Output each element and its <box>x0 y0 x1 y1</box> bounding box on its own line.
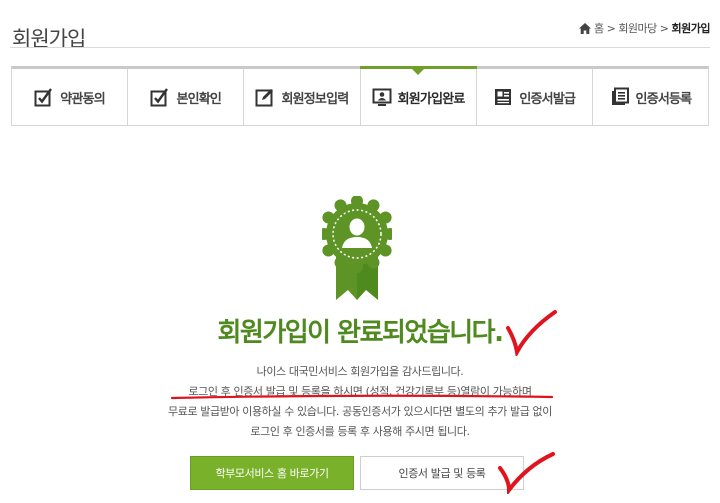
step-label: 회원가입완료 <box>397 91 466 107</box>
step-certificate-issue: 인증서발급 <box>477 69 593 125</box>
breadcrumb-parent[interactable]: 회원마당 <box>618 20 657 36</box>
step-label: 약관동의 <box>60 91 105 107</box>
step-label: 회원정보입력 <box>281 91 349 107</box>
signup-steps: 약관동의 본인확인 회원정보입력 회원가입완료 인증서발급 인증서등록 <box>11 66 709 126</box>
breadcrumb-separator: > <box>606 21 616 35</box>
breadcrumb-home[interactable]: 홈 <box>594 20 604 36</box>
desc-line: 로그인 후 인증서를 등록 후 사용해 주시면 됩니다. <box>250 425 470 438</box>
edit-pen-icon <box>255 89 274 107</box>
step-terms-agreement: 약관동의 <box>12 69 129 125</box>
step-member-info: 회원정보입력 <box>244 69 361 125</box>
home-icon[interactable] <box>578 22 591 34</box>
checkbox-pen-icon <box>34 88 53 107</box>
certificate-register-icon <box>611 87 629 105</box>
user-monitor-icon <box>372 88 392 106</box>
completion-description: 나이스 대국민서비스 회원가입을 감사드립니다. 로그인 후 인증서 발급 및 … <box>0 362 720 442</box>
step-label: 인증서등록 <box>635 91 693 107</box>
desc-line: 무료로 발급받아 이용하실 수 있습니다. 공동인증서가 있으시다면 별도의 추… <box>168 405 552 418</box>
step-certificate-register: 인증서등록 <box>593 69 708 125</box>
breadcrumb-current: 회원가입 <box>671 22 711 35</box>
desc-line: 나이스 대국민서비스 회원가입을 감사드립니다. <box>256 365 464 378</box>
red-annotation-check <box>506 310 557 356</box>
certificate-document-icon <box>495 89 512 105</box>
step-label: 인증서발급 <box>519 91 576 107</box>
breadcrumb: 홈 > 회원마당 > 회원가입 <box>578 20 711 36</box>
award-badge-icon <box>322 196 392 300</box>
page-title: 회원가입 <box>12 27 86 52</box>
red-annotation-underline <box>170 394 554 400</box>
step-signup-complete: 회원가입완료 <box>359 66 477 125</box>
step-identity-verification: 본인확인 <box>128 69 245 125</box>
step-label: 본인확인 <box>176 91 222 107</box>
completion-headline: 회원가입이 완료되었습니다. <box>217 318 504 348</box>
breadcrumb-separator: > <box>659 21 669 35</box>
checkbox-pen-icon <box>150 88 169 107</box>
parent-service-home-button[interactable]: 학부모서비스 홈 바로가기 <box>190 456 354 490</box>
title-divider <box>10 47 710 48</box>
red-annotation-check <box>498 452 555 494</box>
